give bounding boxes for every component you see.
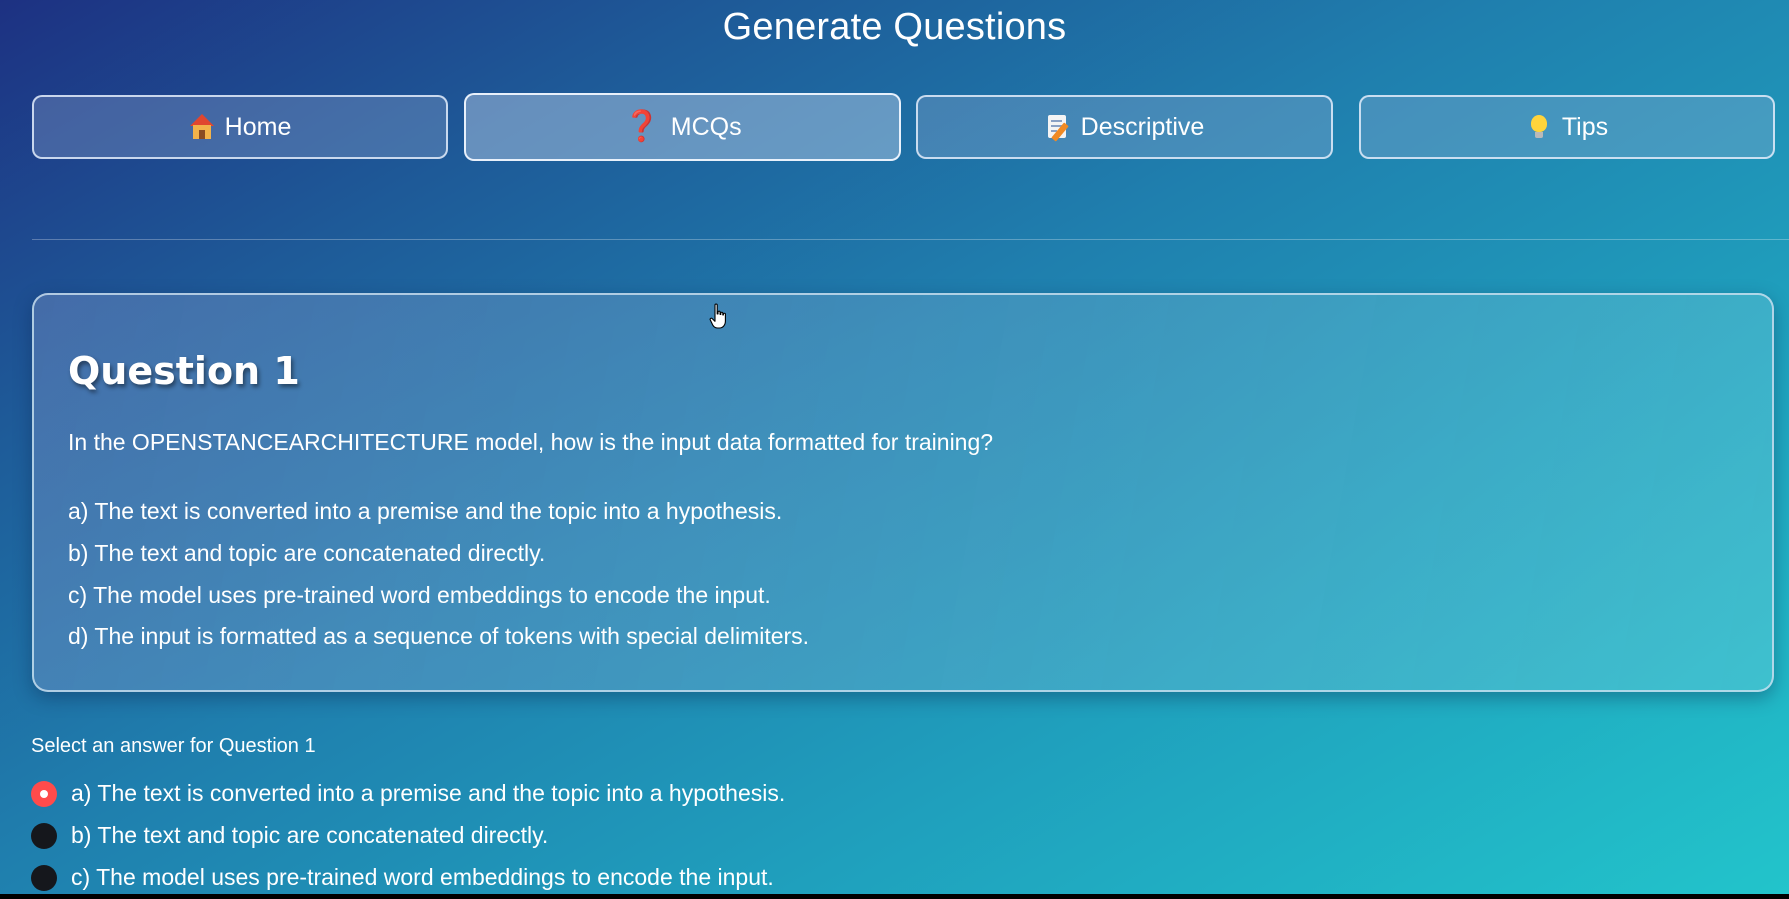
nav-home-label: Home: [224, 112, 292, 141]
question-mark-icon: ❓: [623, 110, 661, 143]
answer-select-label: Select an answer for Question 1: [31, 735, 316, 757]
question-card: Question 1 In the OPENSTANCEARCHITECTURE…: [32, 293, 1774, 692]
radio-unselected-icon[interactable]: [31, 822, 57, 849]
home-icon: [189, 114, 215, 140]
answer-radio-a[interactable]: a) The text is converted into a premise …: [31, 780, 785, 807]
question-option-d: d) The input is formatted as a sequence …: [68, 623, 810, 649]
answer-radio-b-label: b) The text and topic are concatenated d…: [71, 822, 549, 848]
question-text: In the OPENSTANCEARCHITECTURE model, how…: [68, 429, 994, 455]
nav-tips-label: Tips: [1561, 112, 1609, 141]
question-option-a: a) The text is converted into a premise …: [68, 498, 783, 524]
answer-radio-c[interactable]: c) The model uses pre-trained word embed…: [31, 864, 774, 891]
answer-radio-a-label: a) The text is converted into a premise …: [71, 780, 786, 806]
radio-unselected-icon[interactable]: [31, 864, 57, 891]
light-bulb-icon: [1526, 114, 1552, 140]
radio-selected-icon[interactable]: [31, 780, 57, 807]
hand-pointer-cursor-icon: [709, 303, 726, 329]
question-heading: Question 1: [68, 349, 300, 393]
app-window: Generate Questions Home ❓ MCQs Descripti…: [0, 0, 1789, 894]
nav-descriptive-label: Descriptive: [1080, 112, 1205, 141]
answer-radio-b[interactable]: b) The text and topic are concatenated d…: [31, 822, 548, 849]
nav-mcqs-button[interactable]: ❓ MCQs: [464, 93, 901, 161]
memo-icon: [1045, 114, 1071, 142]
question-option-b: b) The text and topic are concatenated d…: [68, 540, 546, 566]
answer-radio-c-label: c) The model uses pre-trained word embed…: [71, 864, 774, 890]
question-option-c: c) The model uses pre-trained word embed…: [68, 582, 771, 608]
nav-home-button[interactable]: Home: [32, 95, 448, 159]
nav-descriptive-button[interactable]: Descriptive: [916, 95, 1333, 159]
section-divider: [32, 239, 1789, 240]
nav-mcqs-label: MCQs: [670, 112, 742, 141]
page-title: Generate Questions: [722, 6, 1067, 48]
nav-tips-button[interactable]: Tips: [1359, 95, 1775, 159]
